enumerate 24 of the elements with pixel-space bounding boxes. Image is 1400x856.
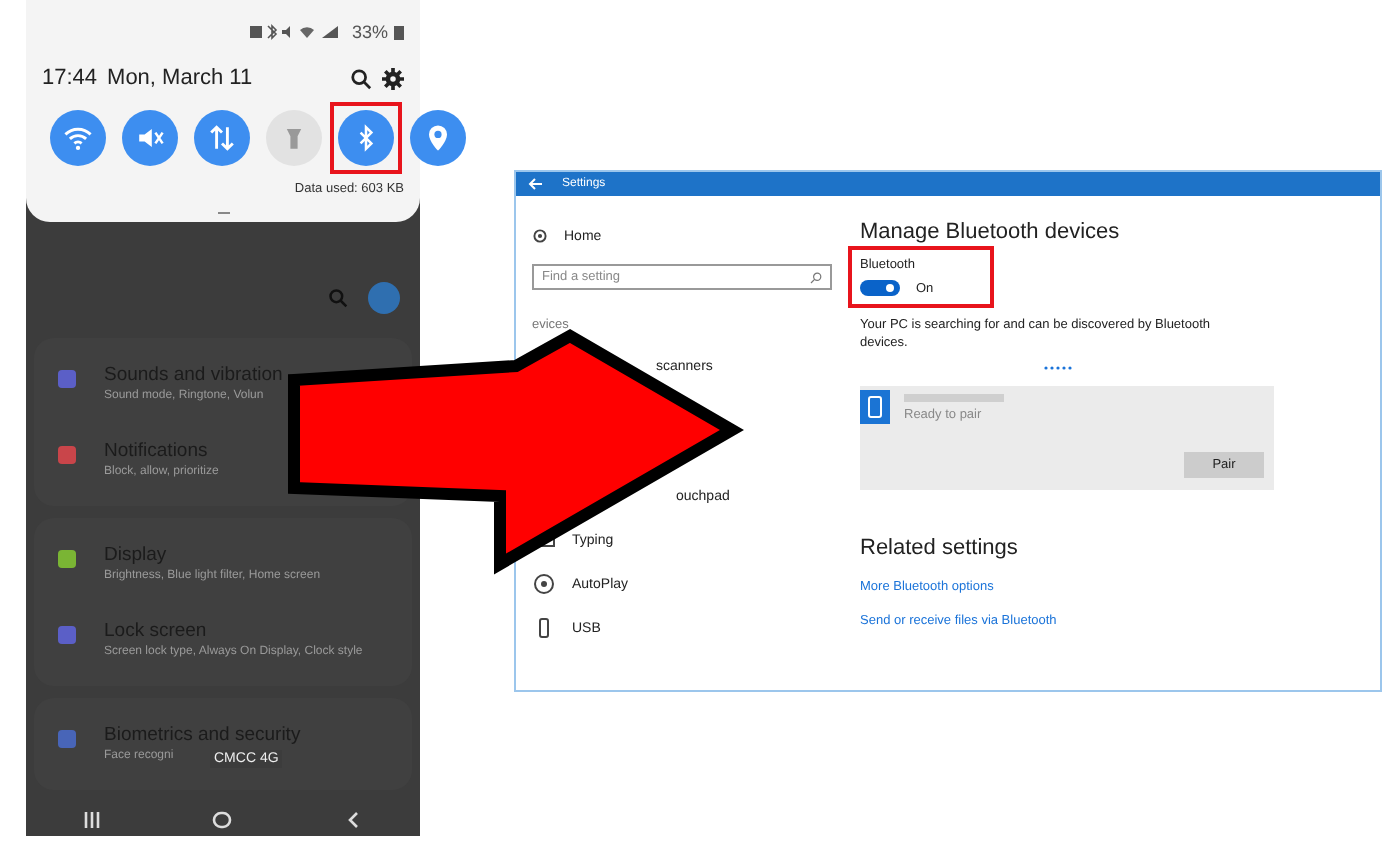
battery-icon — [394, 24, 404, 40]
page-heading: Manage Bluetooth devices — [860, 220, 1122, 244]
home-icon[interactable] — [212, 809, 233, 829]
autoplay-icon — [532, 572, 556, 596]
mute-toggle[interactable] — [122, 110, 178, 166]
back-arrow-icon[interactable] — [528, 178, 542, 190]
date-text: Mon, March 11 — [107, 66, 253, 90]
phone-icon — [860, 389, 890, 424]
progress-dots — [1044, 365, 1072, 370]
profile-avatar[interactable] — [368, 282, 400, 314]
battery-percent: 33% — [351, 22, 388, 42]
settings-icon[interactable] — [382, 67, 404, 89]
location-toggle[interactable] — [410, 110, 466, 166]
search-icon[interactable] — [350, 67, 372, 89]
blurred-device-name — [904, 393, 1004, 402]
search-icon — [810, 271, 822, 283]
section-heading: Related settings — [860, 535, 1020, 560]
bluetooth-switch[interactable] — [860, 280, 900, 296]
recents-icon[interactable] — [81, 809, 102, 829]
clock-time: 17:44 — [42, 66, 98, 90]
wifi-toggle[interactable] — [50, 110, 106, 166]
data-toggle[interactable] — [194, 110, 250, 166]
flashlight-toggle[interactable] — [266, 110, 322, 166]
data-icon — [204, 120, 240, 156]
